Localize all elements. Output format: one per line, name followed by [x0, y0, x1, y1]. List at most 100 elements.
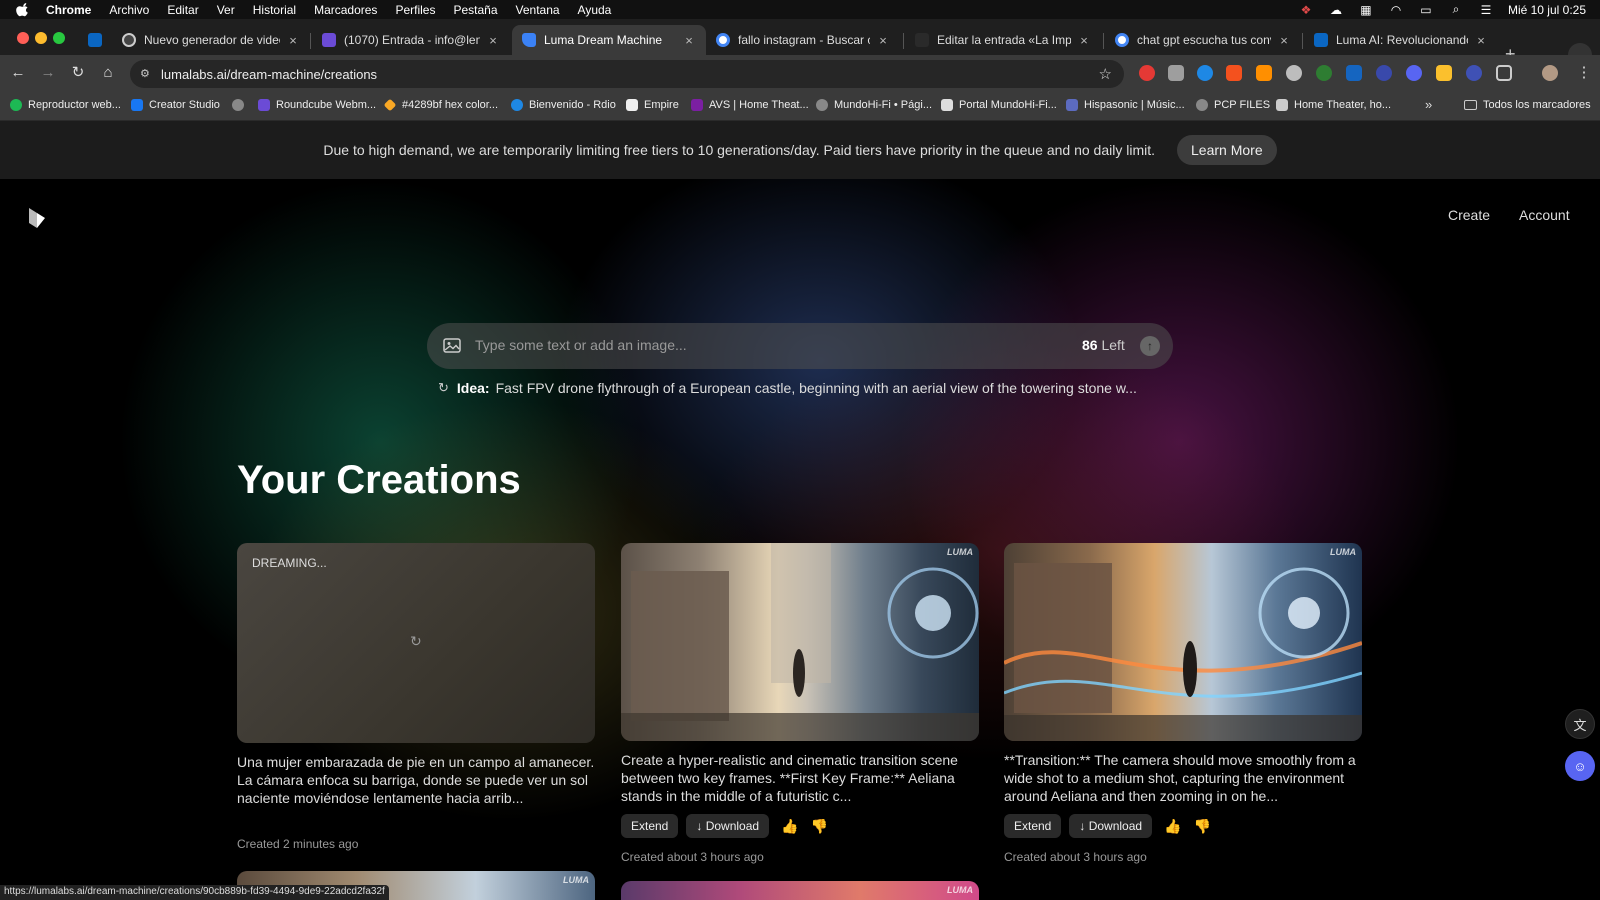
menu-perfiles[interactable]: Perfiles	[395, 3, 435, 17]
translate-icon[interactable]: 文	[1565, 709, 1595, 739]
nav-create-link[interactable]: Create	[1448, 207, 1490, 223]
bookmark-item[interactable]: Roundcube Webm...	[258, 99, 376, 111]
extension-gray-icon[interactable]	[1168, 65, 1184, 81]
tab-luma-dream-machine[interactable]: Luma Dream Machine ×	[512, 25, 706, 55]
profile-avatar[interactable]	[1542, 65, 1558, 81]
thumbs-down-icon[interactable]: 👎	[1194, 818, 1211, 835]
forward-arrow-icon[interactable]: →	[38, 63, 58, 83]
battery-icon[interactable]: ▭	[1418, 3, 1434, 17]
home-icon[interactable]: ⌂	[98, 63, 118, 83]
extension-globe-icon[interactable]	[1376, 65, 1392, 81]
menu-app-name[interactable]: Chrome	[46, 3, 91, 17]
creation-card[interactable]: LUMA Create a hyper-realistic and cinema…	[621, 543, 979, 864]
spotlight-search-icon[interactable]: ⌕	[1448, 2, 1464, 16]
control-center-icon[interactable]: ☰	[1478, 3, 1494, 17]
extension-grid-icon[interactable]	[1436, 65, 1452, 81]
close-tab-icon[interactable]: ×	[1277, 33, 1291, 48]
bookmark-item[interactable]: Empire	[626, 99, 679, 111]
tab-wordpress[interactable]: Editar la entrada «La Importar ×	[905, 25, 1101, 55]
extension-red-icon[interactable]	[1139, 65, 1155, 81]
menu-archivo[interactable]: Archivo	[109, 3, 149, 17]
menu-pestana[interactable]: Pestaña	[453, 3, 497, 17]
creation-video-thumbnail[interactable]: LUMA	[1004, 543, 1362, 741]
bookmark-item[interactable]: Home Theater, ho...	[1276, 99, 1391, 111]
refresh-idea-icon[interactable]: ↻	[438, 380, 449, 396]
idea-suggestion[interactable]: ↻ Idea: Fast FPV drone flythrough of a E…	[438, 380, 1137, 396]
creation-card[interactable]: DREAMING... ↻ Una mujer embarazada de pi…	[237, 543, 595, 851]
creation-card[interactable]: LUMA **Transition:** The camera should m…	[1004, 543, 1362, 864]
extension-circle-icon[interactable]	[1286, 65, 1302, 81]
nav-account-link[interactable]: Account	[1519, 207, 1570, 223]
all-bookmarks-folder[interactable]: Todos los marcadores	[1464, 99, 1591, 111]
wifi-icon[interactable]: ◠	[1388, 3, 1404, 17]
tab-nuevo-generador[interactable]: Nuevo generador de video ×	[112, 25, 310, 55]
download-button[interactable]: ↓ Download	[1069, 814, 1153, 838]
site-settings-icon[interactable]: ⚙	[140, 67, 154, 81]
bookmark-item[interactable]: PCP FILES	[1196, 99, 1270, 111]
menu-extra-icon[interactable]: ▦	[1358, 3, 1374, 17]
apple-icon[interactable]	[16, 2, 30, 17]
bookmark-item[interactable]: Portal MundoHi-Fi...	[941, 99, 1057, 111]
discord-icon[interactable]: ☺	[1565, 751, 1595, 781]
menu-ventana[interactable]: Ventana	[516, 3, 560, 17]
minimize-window-icon[interactable]	[35, 32, 47, 44]
menubar-clock[interactable]: Mié 10 jul 0:25	[1508, 3, 1586, 17]
reload-icon[interactable]: ↻	[68, 63, 88, 83]
bookmark-item[interactable]: Reproductor web...	[10, 99, 121, 111]
dropbox-icon[interactable]: ❖	[1298, 3, 1314, 17]
extensions-puzzle-icon[interactable]	[1496, 65, 1512, 81]
creation-video-thumbnail[interactable]: LUMA	[621, 881, 979, 900]
extend-button[interactable]: Extend	[621, 814, 679, 838]
creation-video-thumbnail[interactable]: LUMA	[621, 543, 979, 741]
bookmark-star-icon[interactable]: ☆	[1099, 65, 1112, 83]
extension-blue-icon[interactable]	[1197, 65, 1213, 81]
close-tab-icon[interactable]: ×	[486, 33, 500, 48]
thumbs-up-icon[interactable]: 👍	[781, 818, 798, 835]
cloud-sync-icon[interactable]: ☁	[1328, 3, 1344, 17]
bookmark-item[interactable]: AVS | Home Theat...	[691, 99, 809, 111]
bookmark-item[interactable]	[232, 99, 250, 111]
luma-logo[interactable]	[26, 206, 48, 230]
bookmark-item[interactable]: MundoHi-Fi • Pági...	[816, 99, 932, 111]
close-tab-icon[interactable]: ×	[682, 33, 696, 48]
tab-linkedin-luma[interactable]: Luma AI: Revolucionando la C ×	[1304, 25, 1498, 55]
tab-google-chatgpt[interactable]: chat gpt escucha tus convers ×	[1105, 25, 1301, 55]
bookmarks-overflow-icon[interactable]: »	[1425, 97, 1432, 112]
extension-docs-icon[interactable]	[1346, 65, 1362, 81]
address-url[interactable]: lumalabs.ai/dream-machine/creations	[161, 67, 377, 82]
zoom-window-icon[interactable]	[53, 32, 65, 44]
chrome-menu-icon[interactable]: ⋮	[1574, 63, 1594, 83]
menu-ver[interactable]: Ver	[217, 3, 235, 17]
idea-text[interactable]: Fast FPV drone flythrough of a European …	[496, 380, 1137, 396]
extension-shield-icon[interactable]	[1466, 65, 1482, 81]
close-tab-icon[interactable]: ×	[1474, 33, 1488, 48]
bookmark-item[interactable]: Bienvenido - Rdio	[511, 99, 616, 111]
bookmark-item[interactable]: #4289bf hex color...	[383, 98, 498, 112]
bookmark-item[interactable]: Creator Studio	[131, 99, 220, 111]
tab-roundcube[interactable]: (1070) Entrada - info@lenonfi ×	[312, 25, 510, 55]
menu-editar[interactable]: Editar	[167, 3, 198, 17]
tab-google-search[interactable]: fallo instagram - Buscar con G ×	[706, 25, 900, 55]
close-tab-icon[interactable]: ×	[876, 33, 890, 48]
bookmark-item[interactable]: Hispasonic | Músic...	[1066, 99, 1185, 111]
thumbs-up-icon[interactable]: 👍	[1164, 818, 1181, 835]
extend-button[interactable]: Extend	[1004, 814, 1062, 838]
menu-marcadores[interactable]: Marcadores	[314, 3, 377, 17]
thumbs-down-icon[interactable]: 👎	[811, 818, 828, 835]
extension-discord-icon[interactable]	[1406, 65, 1422, 81]
add-image-icon[interactable]	[443, 338, 461, 353]
menu-historial[interactable]: Historial	[253, 3, 296, 17]
close-tab-icon[interactable]: ×	[286, 33, 300, 48]
extension-orange-icon[interactable]	[1226, 65, 1242, 81]
creation-preview-dreaming[interactable]: DREAMING... ↻	[237, 543, 595, 743]
menu-ayuda[interactable]: Ayuda	[578, 3, 612, 17]
prompt-input[interactable]: Type some text or add an image...	[475, 337, 1035, 353]
extension-chart-icon[interactable]	[1256, 65, 1272, 81]
send-arrow-icon[interactable]: ↑	[1140, 336, 1160, 356]
learn-more-button[interactable]: Learn More	[1177, 135, 1277, 165]
close-window-icon[interactable]	[17, 32, 29, 44]
extension-green-icon[interactable]	[1316, 65, 1332, 81]
close-tab-icon[interactable]: ×	[1077, 33, 1091, 48]
back-arrow-icon[interactable]: ←	[8, 63, 28, 83]
tab-linkedin-pinned[interactable]	[78, 25, 112, 55]
